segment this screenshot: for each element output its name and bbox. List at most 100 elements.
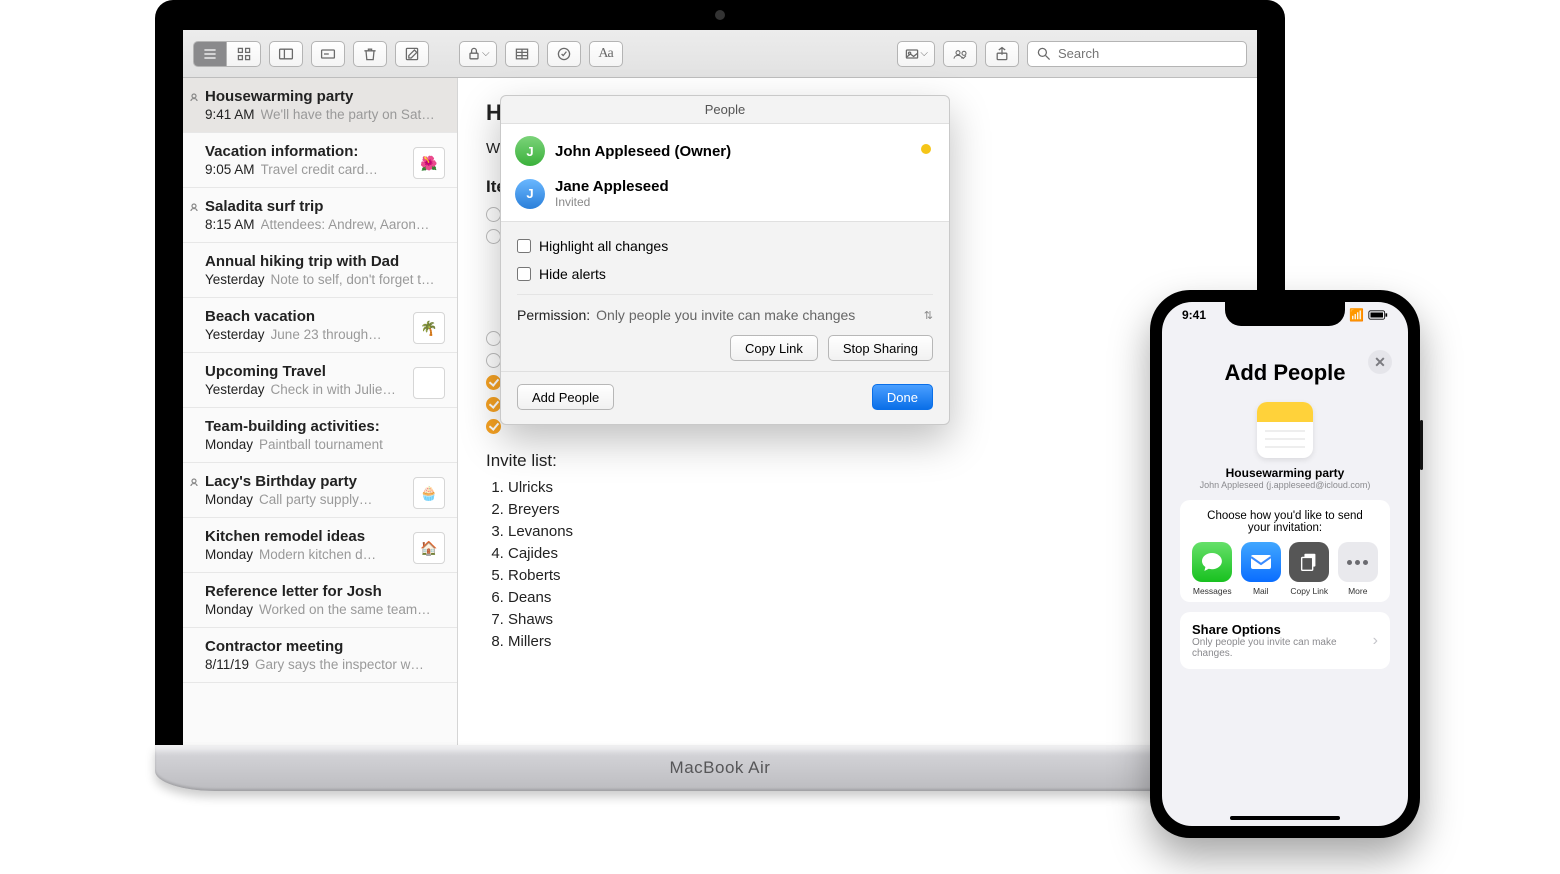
note-row[interactable]: 🏠Kitchen remodel ideas Monday Modern kitch… xyxy=(183,518,457,573)
sidebar-toggle-button[interactable] xyxy=(269,41,303,67)
note-snippet: Modern kitchen d… xyxy=(259,547,437,562)
note-row[interactable]: 🧁Lacy's Birthday partyMondayCall party s… xyxy=(183,463,457,518)
highlight-changes-checkbox[interactable]: Highlight all changes xyxy=(517,238,933,254)
macbook-label: MacBook Air xyxy=(670,758,771,778)
share-app-copy-link[interactable]: Copy Link xyxy=(1285,542,1334,596)
note-time: Yesterday xyxy=(205,382,265,397)
permission-label: Permission: xyxy=(517,307,590,323)
invite-label: Invite list: xyxy=(486,451,1229,471)
attachments-button[interactable] xyxy=(311,41,345,67)
search-field[interactable] xyxy=(1027,41,1247,67)
hide-alerts-checkbox[interactable]: Hide alerts xyxy=(517,266,933,282)
person-name: John Appleseed (Owner) xyxy=(555,143,731,160)
note-title: Contractor meeting xyxy=(205,638,437,655)
checklist-button[interactable] xyxy=(547,41,581,67)
done-button[interactable]: Done xyxy=(872,384,933,410)
app-label: Mail xyxy=(1253,586,1269,596)
lock-button[interactable]: ⌵ xyxy=(459,41,497,67)
compose-button[interactable] xyxy=(395,41,429,67)
note-row[interactable]: Annual hiking trip with DadYesterdayNote… xyxy=(183,243,457,298)
stop-sharing-button[interactable]: Stop Sharing xyxy=(828,335,933,361)
person-name: Jane Appleseed xyxy=(555,178,669,195)
invite-list: UlricksBreyersLevanonsCajidesRobertsDean… xyxy=(508,477,1229,653)
invitee-item: Cajides xyxy=(508,543,1229,565)
note-thumbnail: 🌴 xyxy=(413,312,445,344)
popover-title: People xyxy=(501,96,949,123)
note-snippet: Gary says the inspector w… xyxy=(255,657,437,672)
avatar: J xyxy=(515,136,545,166)
add-people-button[interactable]: Add People xyxy=(517,384,614,410)
note-thumbnail: 🌺 xyxy=(413,147,445,179)
note-time: Monday xyxy=(205,602,253,617)
search-input[interactable] xyxy=(1058,46,1238,61)
note-title: Annual hiking trip with Dad xyxy=(205,253,437,270)
invitation-hint: Choose how you'd like to send your invit… xyxy=(1188,510,1382,542)
note-row[interactable]: 🌴Beach vacationYesterdayJune 23 through… xyxy=(183,298,457,353)
note-row[interactable]: Upcoming TravelYesterdayCheck in with Ju… xyxy=(183,353,457,408)
share-app-messages[interactable]: Messages xyxy=(1188,542,1237,596)
chevron-right-icon: › xyxy=(1373,632,1378,650)
invitee-item: Roberts xyxy=(508,565,1229,587)
note-row[interactable]: 🌺Vacation information:9:05 AMTravel cred… xyxy=(183,133,457,188)
note-row[interactable]: Reference letter for Josh Monday Worked on… xyxy=(183,573,457,628)
updown-icon: ⇅ xyxy=(924,309,933,322)
view-grid-button[interactable] xyxy=(227,41,261,67)
note-snippet: Worked on the same team… xyxy=(259,602,437,617)
note-title: Reference letter for Josh xyxy=(205,583,437,600)
collaborate-button[interactable] xyxy=(943,41,977,67)
msg-icon xyxy=(1192,542,1232,582)
note-row[interactable]: Saladita surf trip8:15 AMAttendees: Andr… xyxy=(183,188,457,243)
shared-icon xyxy=(189,477,199,487)
share-button[interactable] xyxy=(985,41,1019,67)
share-sheet: ✕ Add People Housewarming party John App… xyxy=(1170,342,1400,818)
search-icon xyxy=(1036,46,1052,62)
media-button[interactable]: ⌵ xyxy=(897,41,935,67)
note-time: Yesterday xyxy=(205,272,265,287)
toolbar: ⌵ Aa ⌵ xyxy=(183,30,1257,78)
share-options-subtitle: Only people you invite can make changes. xyxy=(1192,637,1373,659)
table-button[interactable] xyxy=(505,41,539,67)
note-title: Kitchen remodel ideas xyxy=(205,528,437,545)
person-row[interactable]: JJane AppleseedInvited xyxy=(501,172,949,215)
people-popover: People J John Appleseed (Owner) JJane Appl… xyxy=(500,95,950,425)
permission-row[interactable]: Permission: Only people you invite can m… xyxy=(517,294,933,323)
note-row[interactable]: Team-building activities:MondayPaintball… xyxy=(183,408,457,463)
mail-icon xyxy=(1241,542,1281,582)
note-snippet: We'll have the party on Sat… xyxy=(261,107,437,122)
permission-value: Only people you invite can make changes xyxy=(596,307,918,323)
share-app-more[interactable]: More xyxy=(1334,542,1383,596)
signal-icon: 📶 xyxy=(1349,308,1364,322)
close-button[interactable]: ✕ xyxy=(1368,350,1392,374)
note-title: Saladita surf trip xyxy=(205,198,437,215)
note-time: Monday xyxy=(205,492,253,507)
delete-button[interactable] xyxy=(353,41,387,67)
person-status: Invited xyxy=(555,195,669,209)
copy-link-button[interactable]: Copy Link xyxy=(730,335,818,361)
note-thumbnail: 🏠 xyxy=(413,532,445,564)
people-list: J John Appleseed (Owner) JJane AppleseedIn… xyxy=(501,123,949,222)
share-app-mail[interactable]: Mail xyxy=(1237,542,1286,596)
shared-icon xyxy=(189,92,199,102)
home-indicator[interactable] xyxy=(1230,816,1340,820)
shared-icon xyxy=(189,202,199,212)
note-snippet: Paintball tournament xyxy=(259,437,437,452)
invitee-item: Millers xyxy=(508,631,1229,653)
format-button[interactable]: Aa xyxy=(589,41,623,67)
invitee-item: Breyers xyxy=(508,499,1229,521)
status-time: 9:41 xyxy=(1182,308,1206,322)
invitee-item: Deans xyxy=(508,587,1229,609)
note-title: Beach vacation xyxy=(205,308,437,325)
view-list-button[interactable] xyxy=(193,41,227,67)
note-thumbnail xyxy=(413,367,445,399)
note-title: Upcoming Travel xyxy=(205,363,437,380)
iphone-frame: 9:41 📶 ✕ Add People Housewarming party J… xyxy=(1150,290,1420,838)
note-time: Monday xyxy=(205,547,253,562)
share-apps-row: Messages Mail Copy Link More xyxy=(1188,542,1382,596)
note-row[interactable]: Contractor meeting8/11/19Gary says the i… xyxy=(183,628,457,683)
person-row[interactable]: J John Appleseed (Owner) xyxy=(501,130,949,172)
more-icon xyxy=(1338,542,1378,582)
app-label: Copy Link xyxy=(1290,586,1328,596)
note-row[interactable]: Housewarming party9:41 AMWe'll have the … xyxy=(183,78,457,133)
hide-alerts-label: Hide alerts xyxy=(539,266,606,282)
share-options-row[interactable]: Share Options Only people you invite can… xyxy=(1180,612,1390,669)
